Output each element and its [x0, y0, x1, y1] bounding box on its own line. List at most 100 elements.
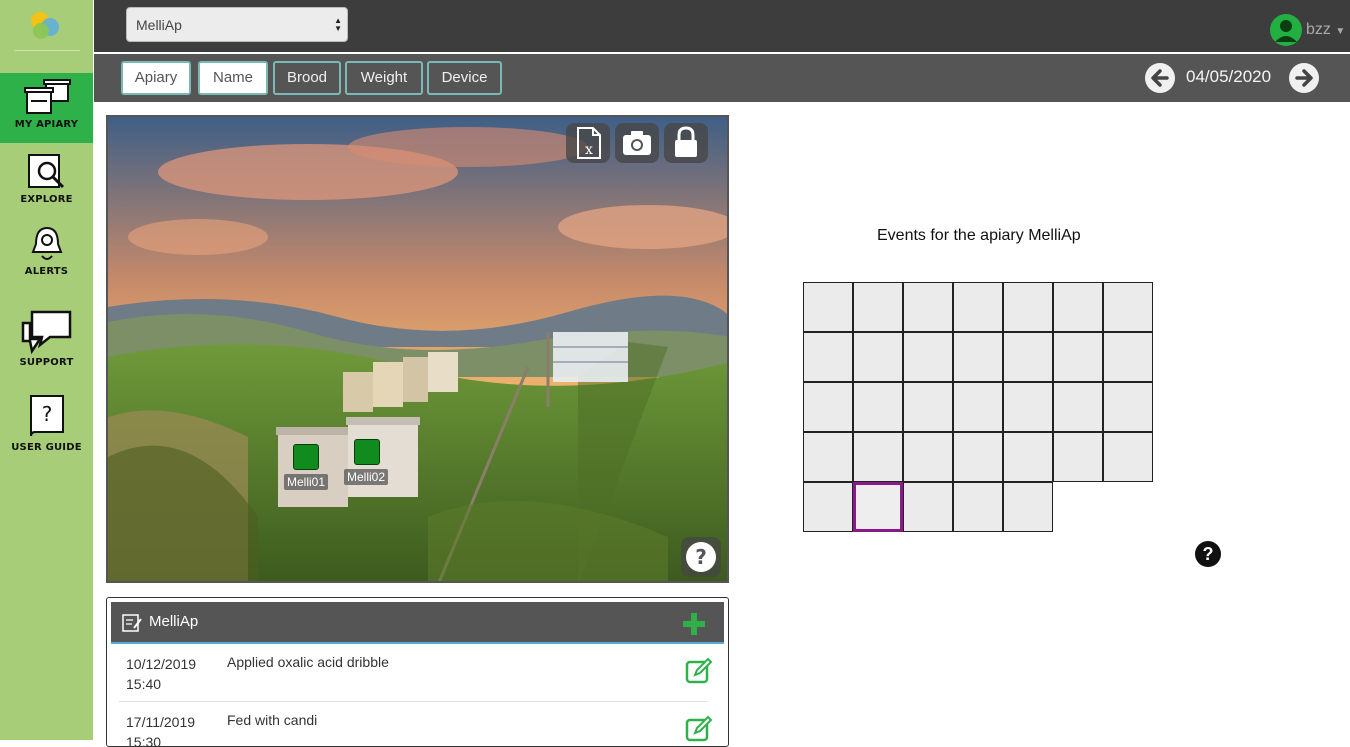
calendar-day-cell[interactable]: [953, 382, 1003, 432]
hive-icon: [23, 79, 71, 114]
tab-brood[interactable]: Brood: [273, 61, 341, 95]
note-datetime: 17/11/2019 15:30: [126, 714, 196, 747]
calendar-day-cell[interactable]: [803, 282, 853, 332]
lock-button[interactable]: [664, 123, 708, 163]
apiary-landscape-image: [108, 117, 727, 581]
sidebar-item-label: USER GUIDE: [11, 442, 82, 453]
edit-note-button[interactable]: [685, 715, 713, 743]
calendar-day-cell[interactable]: [1003, 382, 1053, 432]
svg-text:x: x: [585, 142, 593, 158]
caret-down-icon: ▼: [1335, 26, 1346, 37]
calendar-day-cell[interactable]: [1053, 432, 1103, 482]
logo-divider: [14, 50, 80, 51]
sidebar-item-label: EXPLORE: [20, 194, 73, 205]
apiary-select[interactable]: MelliAp ▲ ▼: [126, 7, 348, 42]
bell-gear-icon: [31, 226, 62, 260]
calendar-day-cell[interactable]: [853, 432, 903, 482]
notes-title: MelliAp: [149, 613, 199, 630]
photo-help-button[interactable]: ?: [681, 537, 721, 577]
note-text: Applied oxalic acid dribble: [227, 654, 389, 670]
hive-label: Melli02: [344, 469, 389, 485]
tab-name[interactable]: Name: [198, 61, 268, 95]
sidebar-item-label: MY APIARY: [14, 119, 79, 130]
sidebar-item-label: SUPPORT: [19, 357, 74, 368]
calendar-day-cell[interactable]: [803, 482, 853, 532]
next-date-button[interactable]: [1289, 63, 1319, 93]
notes-header: MelliAp: [111, 602, 724, 644]
top-header: MelliAp ▲ ▼ bzz ▼: [94, 0, 1350, 52]
calendar-day-cell[interactable]: [1003, 482, 1053, 532]
calendar-day-cell[interactable]: [1053, 382, 1103, 432]
sidebar-item-support[interactable]: SUPPORT: [0, 309, 93, 373]
calendar-day-cell[interactable]: [903, 282, 953, 332]
calendar-day-cell[interactable]: [903, 432, 953, 482]
svg-text:?: ?: [695, 545, 707, 569]
calendar-day-cell[interactable]: [1003, 432, 1053, 482]
lock-icon: [675, 126, 697, 157]
chat-bubble-icon: [21, 310, 71, 355]
tab-weight[interactable]: Weight: [345, 61, 423, 95]
select-arrows-icon: ▲ ▼: [334, 16, 342, 33]
calendar-day-cell[interactable]: [853, 282, 903, 332]
arrow-right-icon: [1295, 69, 1313, 87]
explore-magnifier-icon: [27, 154, 64, 189]
apiary-photo[interactable]: x Melli01 Melli02 ?: [106, 115, 729, 583]
note-text: Fed with candi: [227, 712, 318, 728]
calendar-day-cell[interactable]: [803, 382, 853, 432]
current-date: 04/05/2020: [1186, 67, 1272, 86]
avatar: [1270, 14, 1302, 46]
edit-note-button[interactable]: [685, 657, 713, 685]
note-row: 17/11/2019 15:30 Fed with candi: [119, 702, 713, 747]
calendar-day-cell[interactable]: [1003, 282, 1053, 332]
sidebar-item-explore[interactable]: EXPLORE: [0, 152, 93, 208]
excel-file-icon: x: [577, 127, 601, 159]
tab-apiary[interactable]: Apiary: [121, 61, 191, 95]
view-toolbar: Apiary Name Brood Weight Device 04/05/20…: [94, 54, 1350, 102]
calendar-day-cell[interactable]: [1053, 332, 1103, 382]
question-circle-icon: ?: [686, 542, 716, 572]
note-row: 10/12/2019 15:40 Applied oxalic acid drib…: [119, 644, 713, 702]
calendar-day-cell[interactable]: [903, 482, 953, 532]
events-help-icon[interactable]: ?: [1195, 541, 1221, 567]
notes-panel: MelliAp 10/12/2019 15:40 Applied oxalic a…: [106, 597, 729, 747]
calendar-day-cell[interactable]: [953, 432, 1003, 482]
sidebar-item-my-apiary[interactable]: MY APIARY: [0, 73, 93, 143]
camera-icon: [623, 131, 651, 155]
calendar-day-cell[interactable]: [953, 282, 1003, 332]
calendar-day-cell[interactable]: [1053, 282, 1103, 332]
calendar-day-cell[interactable]: [953, 482, 1003, 532]
calendar-day-cell[interactable]: [853, 332, 903, 382]
user-name: bzz ▼: [1306, 21, 1346, 38]
sidebar-item-label: ALERTS: [24, 266, 69, 277]
apiary-select-value: MelliAp: [136, 17, 182, 33]
calendar-day-cell[interactable]: [853, 382, 903, 432]
hive-marker-melli02[interactable]: [354, 439, 380, 465]
calendar-day-cell[interactable]: [1103, 382, 1153, 432]
camera-button[interactable]: [615, 123, 659, 163]
previous-date-button[interactable]: [1145, 63, 1175, 93]
calendar-day-cell[interactable]: [1103, 282, 1153, 332]
calendar-day-cell[interactable]: [803, 332, 853, 382]
calendar-day-cell[interactable]: [803, 432, 853, 482]
notes-edit-icon: [122, 614, 142, 632]
export-excel-button[interactable]: x: [566, 123, 610, 163]
calendar-day-cell[interactable]: [1103, 432, 1153, 482]
add-note-button[interactable]: [682, 612, 706, 636]
events-title: Events for the apiary MelliAp: [877, 227, 1081, 244]
calendar-day-cell[interactable]: [1103, 332, 1153, 382]
sidebar-item-user-guide[interactable]: ? USER GUIDE: [0, 392, 93, 456]
calendar-day-cell[interactable]: [1003, 332, 1053, 382]
hive-label: Melli01: [284, 474, 329, 490]
calendar-day-cell[interactable]: [903, 332, 953, 382]
app-logo[interactable]: [0, 0, 93, 52]
sidebar-item-alerts[interactable]: ALERTS: [0, 224, 93, 280]
sidebar: MY APIARY EXPLORE ALERTS SUPPORT ? USER: [0, 0, 93, 740]
tab-device[interactable]: Device: [427, 61, 502, 95]
hive-marker-melli01[interactable]: [293, 444, 319, 470]
calendar-day-cell[interactable]: [953, 332, 1003, 382]
calendar-day-cell[interactable]: [903, 382, 953, 432]
book-question-icon: ?: [29, 395, 64, 437]
arrow-left-icon: [1151, 69, 1169, 87]
calendar-day-cell[interactable]: [853, 482, 903, 532]
note-datetime: 10/12/2019 15:40: [126, 656, 197, 692]
